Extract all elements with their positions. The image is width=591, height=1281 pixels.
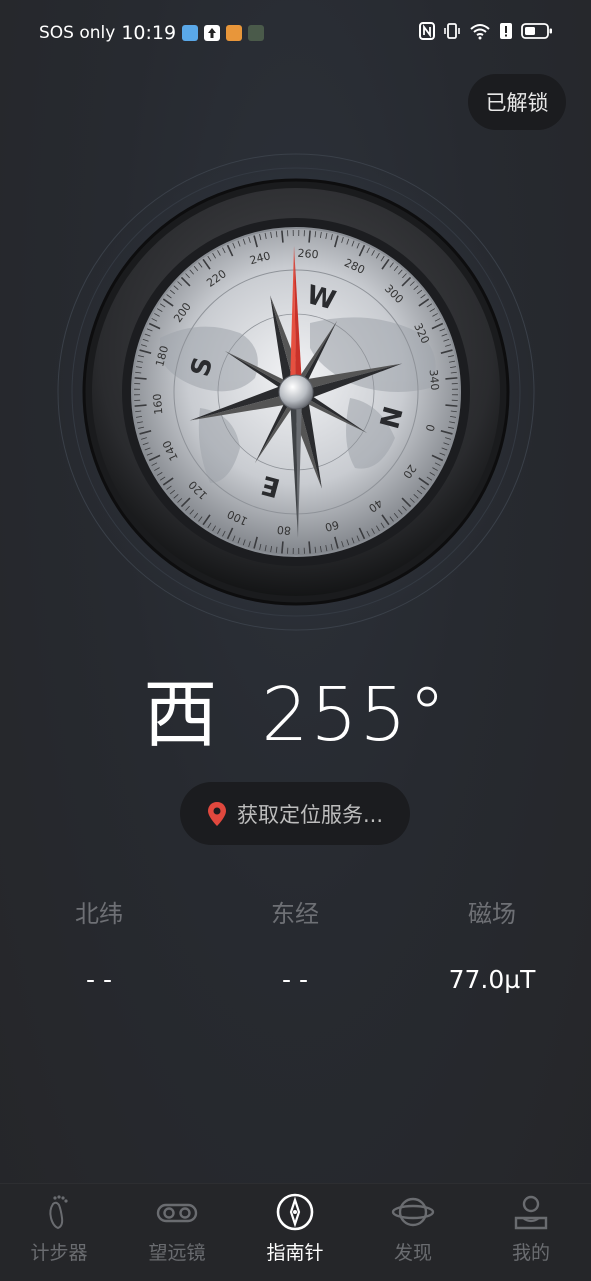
nav-label-discover: 发现	[394, 1242, 432, 1264]
nav-label-compass: 指南针	[266, 1242, 323, 1264]
magnetic-field-value: 77.0µT	[412, 965, 572, 994]
magnetic-field-label: 磁场	[412, 894, 572, 929]
heading-readout: 西 255°	[0, 655, 591, 762]
battery-icon	[521, 22, 553, 40]
location-service-button[interactable]: 获取定位服务...	[180, 782, 410, 845]
nav-item-compass[interactable]: 指南针	[236, 1192, 354, 1265]
clock: 10:19	[121, 22, 176, 44]
longitude-stat: 东经 - -	[215, 894, 375, 994]
compass-hub	[279, 375, 313, 409]
nav-item-pedometer[interactable]: 计步器	[0, 1192, 118, 1265]
compass-tick	[445, 378, 457, 379]
compass-tick	[309, 541, 310, 553]
compass-tick-label: 160	[151, 393, 166, 415]
latitude-value: - -	[19, 965, 179, 994]
nav-label-pedometer: 计步器	[30, 1242, 87, 1264]
compass-tick	[135, 378, 147, 379]
compass-tick	[309, 231, 310, 243]
compass-tick-label: 340	[427, 369, 442, 391]
planet-icon	[391, 1192, 435, 1232]
compass-graphic: 2602803003203400204060801001201401601802…	[50, 148, 542, 640]
compass-tick	[282, 541, 283, 553]
latitude-stat: 北纬 - -	[19, 894, 179, 994]
unlocked-button[interactable]: 已解锁	[468, 74, 566, 130]
location-pin-icon	[207, 801, 227, 827]
nav-item-binoculars[interactable]: 望远镜	[118, 1192, 236, 1265]
longitude-label: 东经	[215, 894, 375, 929]
compass-tick	[135, 405, 147, 406]
nfc-icon	[419, 22, 435, 40]
longitude-value: - -	[215, 965, 375, 994]
compass-tick-label: 80	[276, 523, 291, 537]
nav-label-binoculars: 望远镜	[148, 1242, 205, 1264]
upload-app-icon	[204, 25, 220, 41]
footprint-icon	[39, 1192, 79, 1232]
vibrate-icon	[443, 22, 461, 40]
compass-dial: 2602803003203400204060801001201401601802…	[50, 148, 542, 640]
profile-icon	[511, 1192, 551, 1232]
status-bar: SOS only 10:19	[0, 0, 591, 66]
alert-icon	[499, 22, 513, 40]
nav-item-discover[interactable]: 发现	[354, 1192, 472, 1265]
latitude-label: 北纬	[19, 894, 179, 929]
wifi-icon	[469, 22, 491, 40]
robot-app-icon	[248, 25, 264, 41]
degrees-label: 255°	[261, 672, 447, 758]
carrier-label: SOS only	[39, 23, 115, 43]
compass-icon	[275, 1192, 315, 1232]
location-label: 获取定位服务...	[237, 799, 383, 829]
nav-label-profile: 我的	[512, 1242, 550, 1264]
compass-tick-label: 260	[297, 247, 319, 262]
direction-label: 西	[143, 655, 219, 762]
compass-tick	[445, 405, 457, 406]
compass-tick	[282, 231, 283, 243]
bottom-nav: 计步器 望远镜 指南针 发现 我的	[0, 1183, 591, 1281]
binoculars-icon	[155, 1192, 199, 1232]
magnetic-field-stat: 磁场 77.0µT	[412, 894, 572, 994]
gallery-app-icon	[182, 25, 198, 41]
nav-item-profile[interactable]: 我的	[472, 1192, 590, 1265]
game-app-icon	[226, 25, 242, 41]
